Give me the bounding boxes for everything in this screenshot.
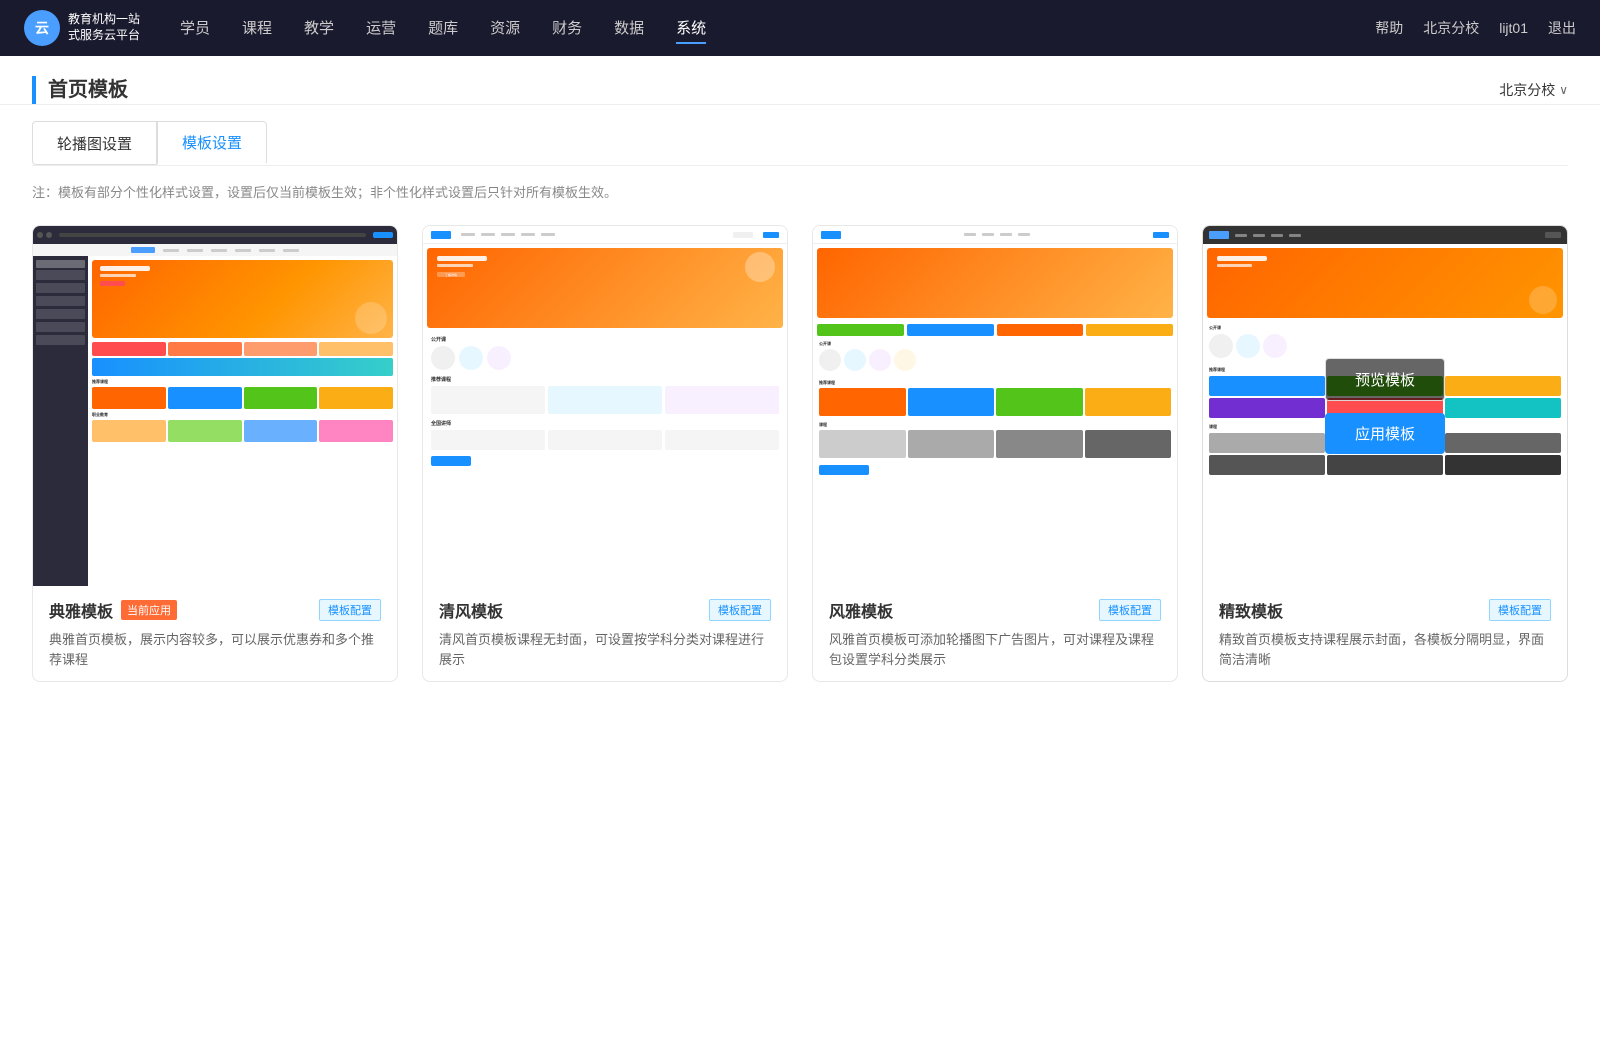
badge-config-3[interactable]: 模板配置 [1099, 599, 1161, 621]
template-desc-2: 清风首页模板课程无封面，可设置按学科分类对课程进行展示 [439, 630, 771, 669]
template-desc-1: 典雅首页模板，展示内容较多，可以展示优惠券和多个推荐课程 [49, 630, 381, 669]
template-name-2: 清风模板 [439, 598, 503, 622]
chevron-down-icon: ∨ [1559, 83, 1568, 97]
template-card-3: 公开课 推荐课程 [812, 225, 1178, 682]
tab-slideshow[interactable]: 轮播图设置 [32, 121, 157, 165]
card-info-1: 典雅模板 当前应用 模板配置 典雅首页模板，展示内容较多，可以展示优惠券和多个推… [33, 586, 397, 681]
badge-config-1[interactable]: 模板配置 [319, 599, 381, 621]
template-preview-4[interactable]: 公开课 推荐课程 [1203, 226, 1567, 586]
template-preview-2[interactable]: 了解详情 公开课 推荐课程 [423, 226, 787, 586]
template-name-3: 风雅模板 [829, 598, 893, 622]
tabs-bar: 轮播图设置 模板设置 [0, 105, 1600, 165]
nav-item-teaching[interactable]: 教学 [304, 13, 334, 44]
preview-button-4[interactable]: 预览模板 [1325, 358, 1445, 401]
page-title: 首页模板 [32, 76, 128, 104]
nav-item-students[interactable]: 学员 [180, 13, 210, 44]
template-preview-1[interactable]: 推荐课程 职业教育 [33, 226, 397, 586]
nav-item-resources[interactable]: 资源 [490, 13, 520, 44]
nav-branch[interactable]: 北京分校 [1423, 18, 1479, 38]
logo-text: 教育机构一站 式服务云平台 [68, 12, 140, 43]
template-card-4: 公开课 推荐课程 [1202, 225, 1568, 682]
nav-items: 学员 课程 教学 运营 题库 资源 财务 数据 系统 [180, 13, 1375, 44]
apply-button-4[interactable]: 应用模板 [1325, 413, 1445, 454]
templates-grid: 推荐课程 职业教育 [0, 217, 1600, 722]
card-info-4: 精致模板 模板配置 精致首页模板支持课程展示封面，各模板分隔明显，界面简洁清晰 [1203, 586, 1567, 681]
badge-config-2[interactable]: 模板配置 [709, 599, 771, 621]
template-name-1: 典雅模板 [49, 598, 113, 622]
branch-name: 北京分校 [1499, 80, 1555, 100]
template-desc-3: 风雅首页模板可添加轮播图下广告图片，可对课程及课程包设置学科分类展示 [829, 630, 1161, 669]
badge-current-1: 当前应用 [121, 600, 177, 620]
nav-item-courses[interactable]: 课程 [242, 13, 272, 44]
nav-item-questions[interactable]: 题库 [428, 13, 458, 44]
page-header: 首页模板 北京分校 ∨ [0, 56, 1600, 105]
badge-config-4[interactable]: 模板配置 [1489, 599, 1551, 621]
nav-item-data[interactable]: 数据 [614, 13, 644, 44]
template-card-2: 了解详情 公开课 推荐课程 [422, 225, 788, 682]
logo-icon: 云 [24, 10, 60, 46]
nav-logout[interactable]: 退出 [1548, 18, 1576, 38]
logo[interactable]: 云 教育机构一站 式服务云平台 [24, 10, 140, 46]
card-info-2: 清风模板 模板配置 清风首页模板课程无封面，可设置按学科分类对课程进行展示 [423, 586, 787, 681]
main-content: 首页模板 北京分校 ∨ 轮播图设置 模板设置 注：模板有部分个性化样式设置，设置… [0, 56, 1600, 1046]
navbar: 云 教育机构一站 式服务云平台 学员 课程 教学 运营 题库 资源 财务 数据 … [0, 0, 1600, 56]
nav-item-operations[interactable]: 运营 [366, 13, 396, 44]
nav-user[interactable]: lijt01 [1499, 20, 1528, 36]
template-desc-4: 精致首页模板支持课程展示封面，各模板分隔明显，界面简洁清晰 [1219, 630, 1551, 669]
template-preview-3[interactable]: 公开课 推荐课程 [813, 226, 1177, 586]
template-overlay-4: 预览模板 应用模板 [1325, 358, 1445, 454]
card-info-3: 风雅模板 模板配置 风雅首页模板可添加轮播图下广告图片，可对课程及课程包设置学科… [813, 586, 1177, 681]
nav-right: 帮助 北京分校 lijt01 退出 [1375, 18, 1576, 38]
note-bar: 注：模板有部分个性化样式设置，设置后仅当前模板生效；非个性化样式设置后只针对所有… [0, 166, 1600, 217]
nav-item-system[interactable]: 系统 [676, 13, 706, 44]
tab-template[interactable]: 模板设置 [157, 121, 267, 165]
template-card-1: 推荐课程 职业教育 [32, 225, 398, 682]
nav-help[interactable]: 帮助 [1375, 18, 1403, 38]
nav-item-finance[interactable]: 财务 [552, 13, 582, 44]
note-text: 注：模板有部分个性化样式设置，设置后仅当前模板生效；非个性化样式设置后只针对所有… [32, 185, 617, 200]
branch-selector[interactable]: 北京分校 ∨ [1499, 80, 1568, 100]
template-name-4: 精致模板 [1219, 598, 1283, 622]
